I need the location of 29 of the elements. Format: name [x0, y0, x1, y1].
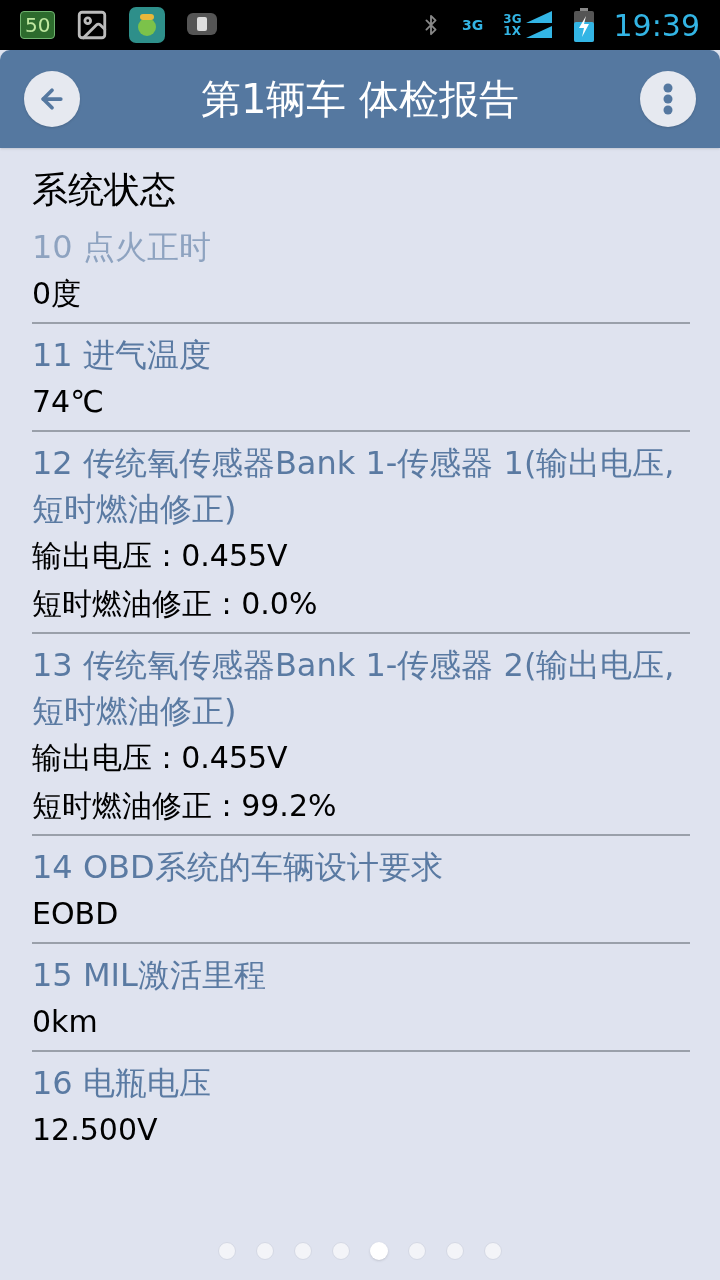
item-label: 10 点火正时	[32, 227, 212, 268]
signal-icon	[525, 11, 554, 39]
menu-icon	[663, 83, 673, 115]
item-value: 74℃	[32, 383, 105, 421]
network-label: 3G	[462, 15, 484, 35]
item-value: 0km	[32, 1003, 99, 1041]
item-label: 16 电瓶电压	[32, 1063, 212, 1104]
item-label: 14 OBD系统的车辆设计要求	[32, 847, 444, 888]
item-value: 短时燃油修正 : 0.0%	[32, 585, 319, 623]
item-value: EOBD	[32, 895, 120, 933]
notification-badge: 50	[20, 11, 56, 39]
item-value: 输出电压 : 0.455V	[32, 739, 289, 777]
section-title: 系统状态	[32, 168, 177, 212]
item-value: 0度	[32, 275, 83, 313]
more-options-button[interactable]	[640, 71, 696, 127]
item-label: 11 进气温度	[32, 335, 212, 376]
clock-time: 19:39	[613, 6, 700, 45]
network-label: 3G	[503, 13, 522, 25]
item-label: 12 传统氧传感器Bank 1-传感器 1(输出电压,短时燃油修正)	[32, 443, 676, 530]
item-value: 输出电压 : 0.455V	[32, 537, 289, 575]
item-label: 15 MIL激活里程	[32, 955, 267, 996]
app-icon	[129, 7, 166, 43]
item-label: 13 传统氧传感器Bank 1-传感器 2(输出电压,短时燃油修正)	[32, 645, 676, 732]
back-button[interactable]	[24, 71, 80, 127]
network-label: 1X	[503, 25, 522, 37]
item-value: 12.500V	[32, 1111, 159, 1149]
page-title: 第1辆车 体检报告	[200, 75, 520, 124]
item-value: 短时燃油修正 : 99.2%	[32, 787, 338, 825]
battery-charging-icon	[573, 8, 594, 42]
